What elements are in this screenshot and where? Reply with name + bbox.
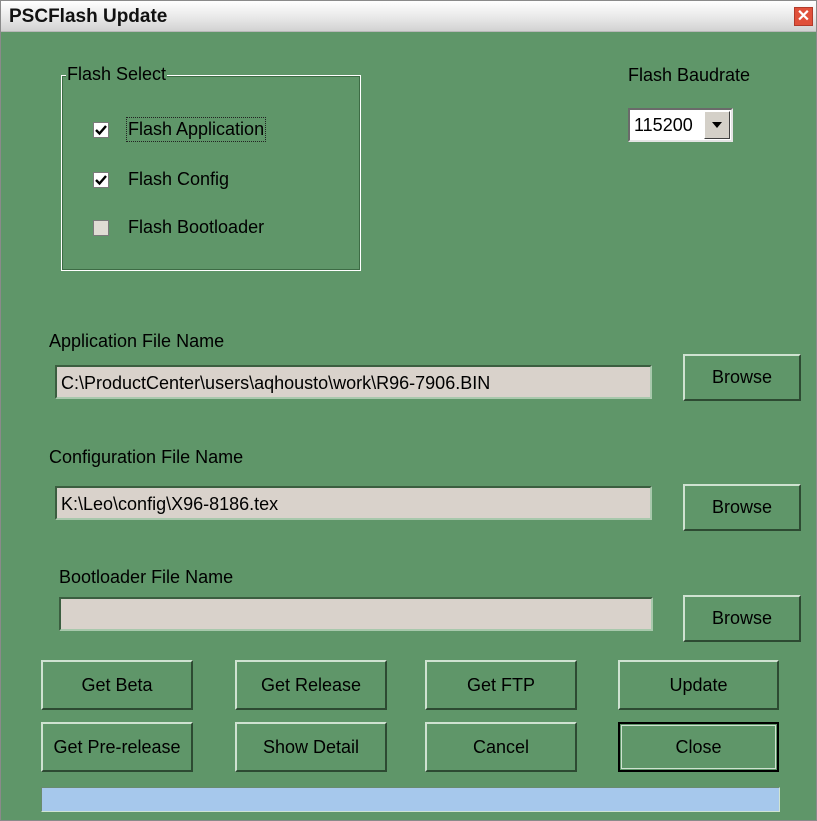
- get-ftp-button[interactable]: Get FTP: [425, 660, 577, 710]
- application-browse-button[interactable]: Browse: [683, 354, 801, 401]
- get-prerelease-button[interactable]: Get Pre-release: [41, 722, 193, 772]
- flash-application-checkbox[interactable]: [93, 122, 109, 138]
- baudrate-dropdown-button[interactable]: [704, 111, 730, 139]
- cancel-label: Cancel: [472, 737, 530, 757]
- flash-bootloader-label[interactable]: Flash Bootloader: [128, 217, 264, 238]
- close-label: Close: [675, 737, 722, 757]
- close-window-button[interactable]: ✕: [794, 7, 813, 26]
- flash-config-checkbox[interactable]: [93, 172, 109, 188]
- get-release-label: Get Release: [260, 675, 362, 695]
- get-release-button[interactable]: Get Release: [235, 660, 387, 710]
- bootloader-browse-button[interactable]: Browse: [683, 595, 801, 642]
- show-detail-label: Show Detail: [262, 737, 360, 757]
- progress-bar: [41, 787, 780, 812]
- application-browse-label: Browse: [711, 367, 773, 387]
- configuration-file-input[interactable]: K:\Leo\config\X96-8186.tex: [55, 486, 652, 520]
- application-file-input[interactable]: C:\ProductCenter\users\aqhousto\work\R96…: [55, 365, 652, 399]
- close-icon: ✕: [796, 8, 811, 25]
- configuration-browse-button[interactable]: Browse: [683, 484, 801, 531]
- bootloader-browse-label: Browse: [711, 608, 773, 628]
- bootloader-file-label: Bootloader File Name: [59, 567, 234, 587]
- baudrate-select[interactable]: 115200: [628, 108, 733, 142]
- get-ftp-label: Get FTP: [466, 675, 535, 695]
- application-file-label: Application File Name: [49, 331, 225, 351]
- flash-select-group-title: Flash Select: [66, 64, 168, 85]
- flash-config-label[interactable]: Flash Config: [128, 169, 229, 190]
- cancel-button[interactable]: Cancel: [425, 722, 577, 772]
- checkmark-icon: [95, 125, 107, 136]
- update-label: Update: [669, 675, 728, 695]
- configuration-browse-label: Browse: [711, 497, 773, 517]
- chevron-down-icon: [712, 122, 722, 128]
- baudrate-value: 115200: [634, 115, 693, 135]
- get-beta-label: Get Beta: [81, 675, 153, 695]
- flash-baudrate-label: Flash Baudrate: [628, 65, 751, 85]
- checkmark-icon: [95, 175, 107, 186]
- show-detail-button[interactable]: Show Detail: [235, 722, 387, 772]
- bootloader-file-input[interactable]: [59, 597, 653, 631]
- get-prerelease-label: Get Pre-release: [53, 737, 181, 757]
- dialog-window: PSCFlash Update ✕ Flash Select Flash App…: [0, 0, 817, 821]
- close-button[interactable]: Close: [618, 722, 779, 772]
- flash-bootloader-checkbox[interactable]: [93, 220, 109, 236]
- get-beta-button[interactable]: Get Beta: [41, 660, 193, 710]
- flash-application-label[interactable]: Flash Application: [125, 117, 267, 142]
- window-title: PSCFlash Update: [9, 6, 168, 27]
- title-bar[interactable]: PSCFlash Update ✕: [1, 1, 816, 32]
- update-button[interactable]: Update: [618, 660, 779, 710]
- configuration-file-label: Configuration File Name: [49, 447, 244, 467]
